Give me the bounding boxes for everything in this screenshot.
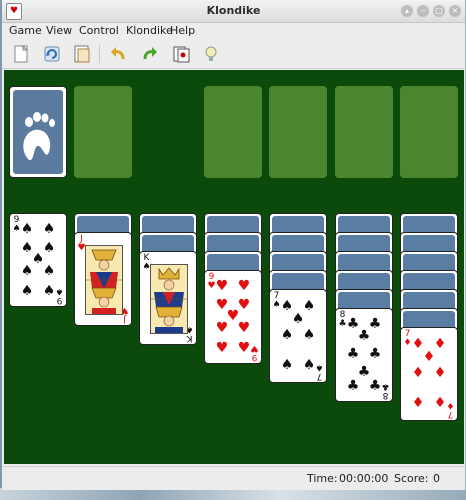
score-value: 0 [433, 472, 440, 485]
club-pip: ♣ [357, 364, 371, 380]
club-pip: ♣ [346, 346, 360, 362]
waste-pile[interactable] [74, 86, 132, 178]
tableau-card[interactable]: 7 ♠ 7 ♠ ♠ ♠ ♠ ♠ ♠ ♠ ♠ [269, 289, 327, 383]
status-bar: Time: 00:00:00 Score: 0 [2, 466, 465, 490]
tableau-card[interactable]: 9 ♥ 9 ♥ ♥ ♥ ♥ ♥ ♥ ♥ ♥ ♥ ♥ [204, 270, 262, 364]
time-label: Time: [307, 472, 338, 485]
card-index: 8 ♣ [381, 381, 390, 400]
window-title: Klondike [206, 4, 261, 17]
heart-pip: ♥ [237, 320, 251, 336]
spade-pip: ♠ [302, 327, 316, 343]
redo-icon[interactable] [140, 44, 160, 64]
heart-pip: ♥ [237, 340, 251, 356]
diamond-pip: ♦ [433, 365, 447, 381]
club-pip: ♣ [368, 346, 382, 362]
spade-pip: ♠ [42, 263, 56, 279]
menu-game[interactable]: Game [9, 24, 42, 37]
tableau-card[interactable]: 9 ♠ 9 ♠ ♠ ♠ ♠ ♠ ♠ ♠ ♠ ♠ ♠ [9, 213, 67, 307]
jack-face-art [85, 245, 123, 315]
menu-control[interactable]: Control [79, 24, 119, 37]
diamond-pip: ♦ [422, 349, 436, 365]
score-label: Score: [394, 472, 429, 485]
spade-pip: ♠ [291, 311, 305, 327]
spade-pip: ♠ [280, 357, 294, 373]
club-pip: ♣ [368, 378, 382, 394]
undo-icon[interactable] [108, 44, 128, 64]
toolbar-separator [99, 45, 100, 63]
spade-pip: ♠ [20, 221, 34, 237]
menu-klondike[interactable]: Klondike [126, 24, 173, 37]
card-back [13, 90, 63, 174]
diamond-pip: ♦ [411, 365, 425, 381]
spade-pip: ♠ [20, 263, 34, 279]
gnome-foot-icon [23, 112, 55, 161]
card-index: 9 ♥ [250, 343, 259, 362]
spade-pip: ♠ [302, 298, 316, 314]
heart-pip: ♥ [237, 278, 251, 294]
tableau-card[interactable]: K ♠ K ♠ [139, 251, 197, 345]
spade-pip: ♠ [302, 357, 316, 373]
spade-pip: ♠ [20, 283, 34, 299]
tableau-card[interactable]: 7 ♦ 7 ♦ ♦ ♦ ♦ ♦ ♦ ♦ ♦ [400, 327, 458, 421]
heart-pip: ♥ [215, 340, 229, 356]
menu-bar: Game View Control Klondike Help [2, 22, 465, 40]
menu-help[interactable]: Help [170, 24, 195, 37]
tableau-card[interactable]: 8 ♣ 8 ♣ ♣ ♣ ♣ ♣ ♣ ♣ ♣ ♣ [335, 308, 393, 402]
restart-icon[interactable] [42, 44, 62, 64]
title-bar[interactable]: ♥ Klondike ▴ ‒ □ × [2, 0, 465, 23]
heart-pip: ♥ [215, 278, 229, 294]
club-pip: ♣ [346, 378, 360, 394]
diamond-pip: ♦ [411, 395, 425, 411]
shade-button[interactable]: ▴ [401, 5, 413, 17]
maximize-button[interactable]: □ [433, 5, 445, 17]
king-face-art [150, 264, 188, 334]
spade-pip: ♠ [42, 221, 56, 237]
time-value: 00:00:00 [339, 472, 389, 485]
tableau-card[interactable]: J ♥ J ♥ [74, 232, 132, 326]
foundation-slot[interactable] [204, 86, 262, 178]
deal-icon[interactable] [171, 44, 191, 64]
foundation-slot[interactable] [335, 86, 393, 178]
minimize-button[interactable]: ‒ [417, 5, 429, 17]
foundation-slot[interactable] [400, 86, 458, 178]
select-game-icon[interactable] [72, 44, 92, 64]
stock-pile[interactable] [9, 86, 67, 178]
spade-pip: ♠ [280, 327, 294, 343]
card-index: 7 ♠ [315, 362, 324, 381]
club-pip: ♣ [357, 328, 371, 344]
toolbar [2, 40, 465, 69]
card-index: 7 ♦ [446, 400, 455, 419]
diamond-pip: ♦ [433, 336, 447, 352]
game-board: 9 ♠ 9 ♠ ♠ ♠ ♠ ♠ ♠ ♠ ♠ ♠ ♠ J ♥ J ♥ K ♠ K … [4, 70, 464, 464]
spade-pip: ♠ [42, 283, 56, 299]
close-button[interactable]: × [449, 5, 461, 17]
app-window: ♥ Klondike ▴ ‒ □ × Game View Control Klo… [2, 0, 465, 490]
menu-view[interactable]: View [46, 24, 72, 37]
diamond-pip: ♦ [433, 395, 447, 411]
new-game-icon[interactable] [11, 44, 31, 64]
foundation-slot[interactable] [269, 86, 327, 178]
heart-pip: ♥ [215, 320, 229, 336]
hint-icon[interactable] [201, 44, 221, 64]
card-index: 9 ♠ [55, 286, 64, 305]
